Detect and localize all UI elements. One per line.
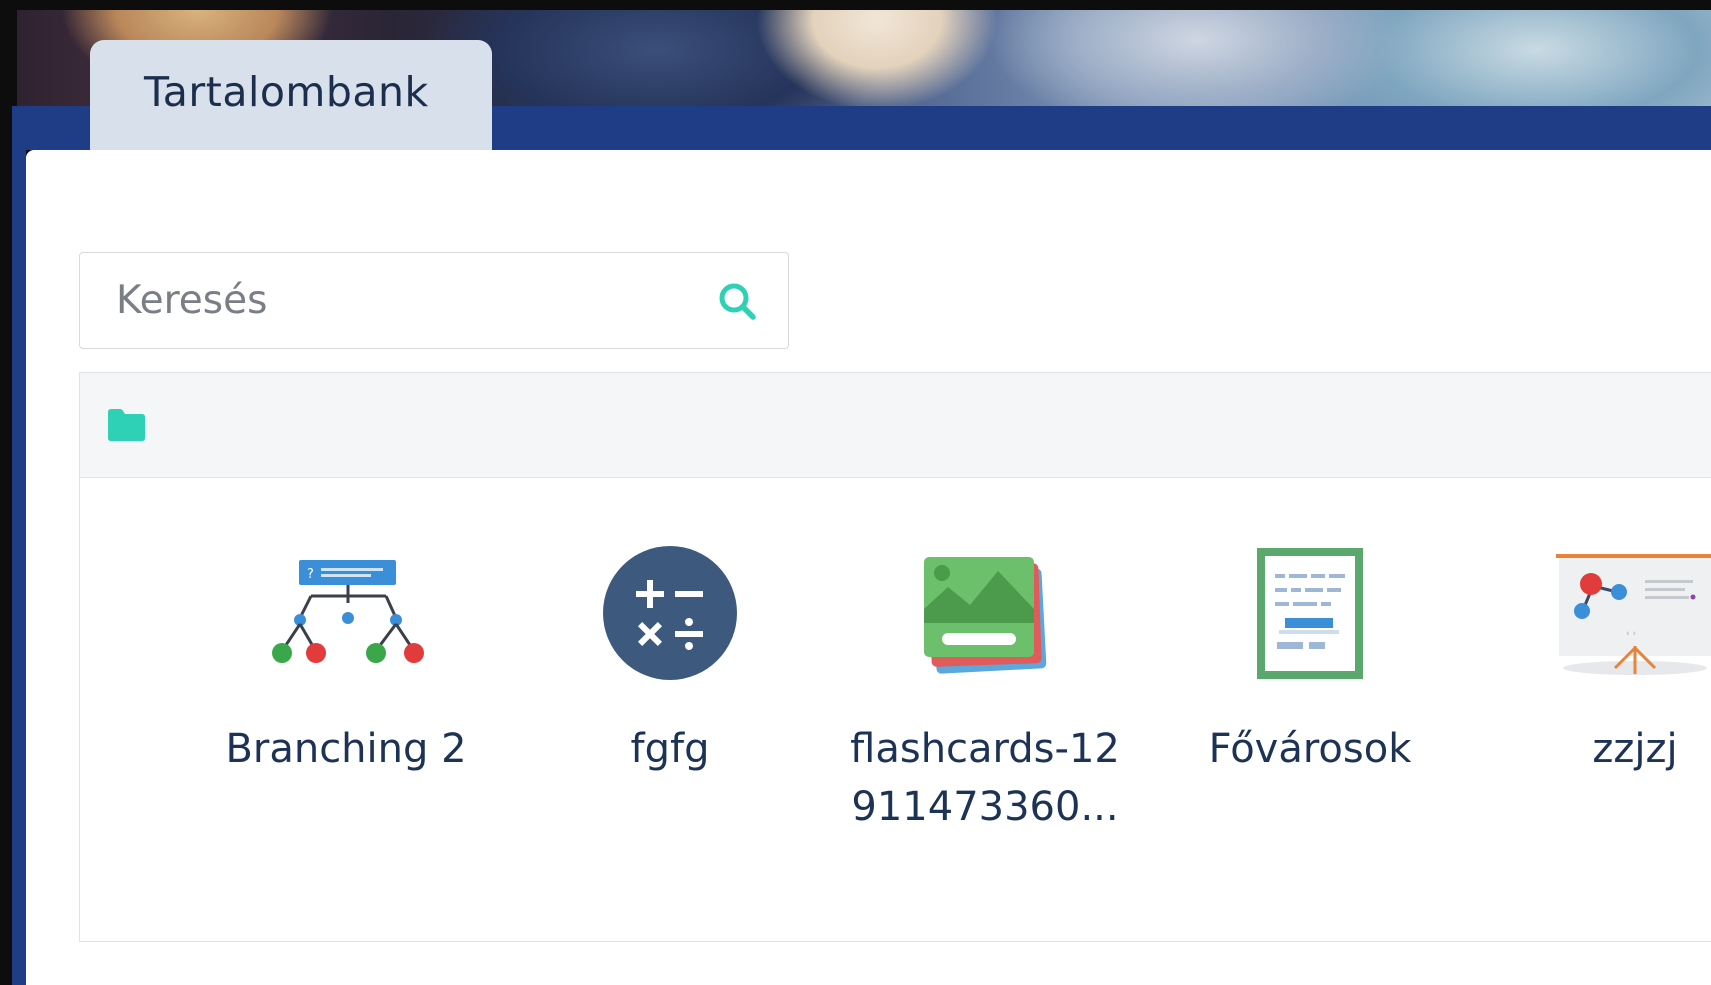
item-label: Branching 2: [225, 726, 467, 772]
tab-label: Tartalombank: [144, 68, 429, 116]
tab-tartalombank[interactable]: Tartalombank: [90, 40, 492, 150]
svg-text:‹ ›: ‹ ›: [1626, 629, 1636, 639]
breadcrumb: [80, 373, 1711, 478]
content-item[interactable]: ‹ › zzjzj: [1485, 538, 1711, 778]
content-browser: ? Branching 2 fgfg flashcards-12 9114733…: [79, 372, 1711, 942]
search-icon[interactable]: [716, 280, 758, 322]
document-icon: [1225, 538, 1395, 688]
content-item[interactable]: fgfg: [520, 538, 820, 778]
folder-icon[interactable]: [105, 407, 147, 443]
presentation-icon: ‹ ›: [1550, 538, 1711, 688]
branching-icon: ?: [261, 538, 431, 688]
app-frame: Tartalombank ?: [0, 0, 1711, 985]
content-item[interactable]: ? Branching 2: [196, 538, 496, 778]
search-input[interactable]: [80, 253, 700, 347]
item-label: zzjzj: [1592, 726, 1678, 772]
search-box: [79, 252, 789, 349]
calculator-icon: [585, 538, 755, 688]
item-label: fgfg: [630, 726, 710, 772]
item-label: Fővárosok: [1208, 726, 1412, 772]
flashcards-icon: [900, 538, 1070, 688]
content-item[interactable]: Fővárosok: [1160, 538, 1460, 778]
left-border: [12, 106, 26, 985]
content-item[interactable]: flashcards-12 911473360...: [835, 538, 1135, 836]
svg-text:?: ?: [307, 567, 314, 582]
item-label: flashcards-12 911473360...: [850, 726, 1120, 830]
